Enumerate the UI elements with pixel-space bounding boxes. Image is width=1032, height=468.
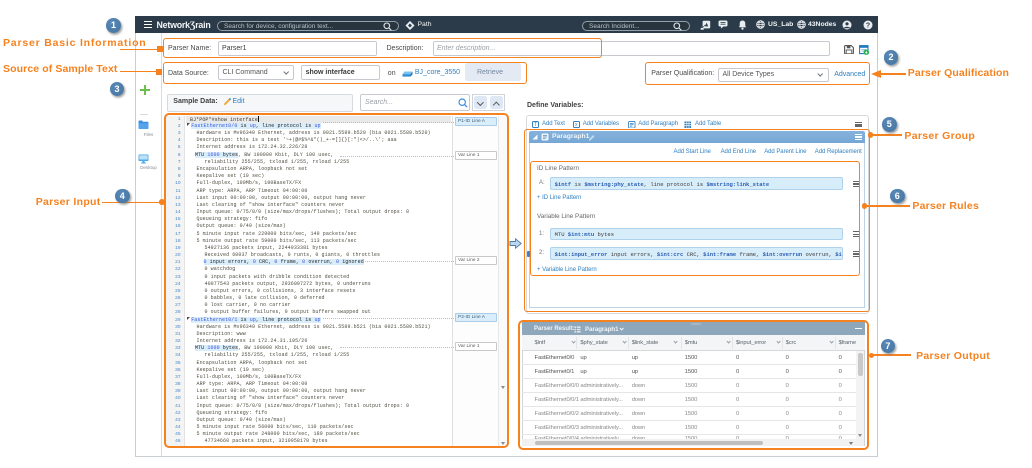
svg-text:?: ? — [865, 22, 869, 29]
